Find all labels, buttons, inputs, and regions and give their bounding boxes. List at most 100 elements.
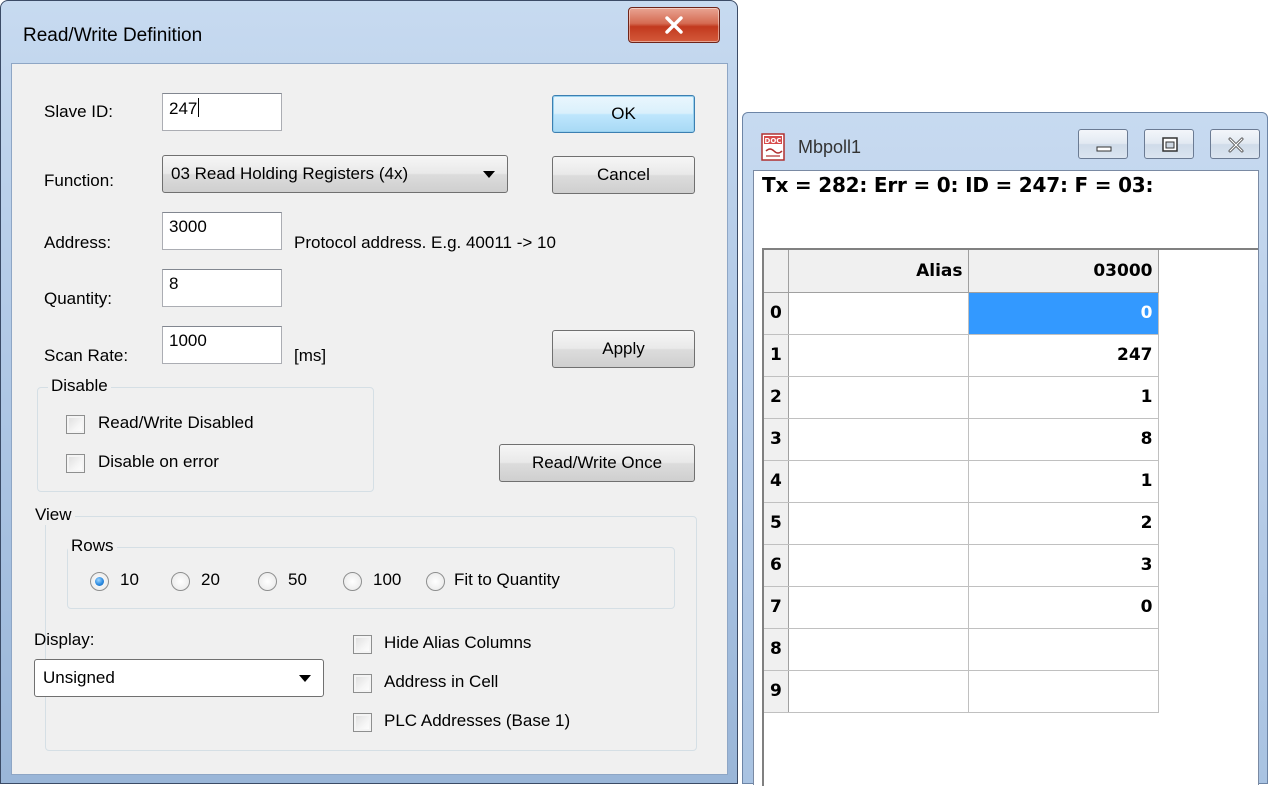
slave-id-input[interactable]: 247 xyxy=(162,93,282,131)
alias-column-header[interactable]: Alias xyxy=(788,250,969,293)
alias-cell[interactable] xyxy=(788,544,969,587)
address-hint: Protocol address. E.g. 40011 -> 10 xyxy=(294,233,556,252)
rows-20-radio[interactable] xyxy=(171,572,190,591)
alias-cell[interactable] xyxy=(788,418,969,461)
rows-10-radio[interactable] xyxy=(90,572,109,591)
document-icon: DOC xyxy=(761,133,785,161)
read-write-disabled-checkbox[interactable] xyxy=(66,415,85,434)
value-cell[interactable]: 0 xyxy=(968,586,1159,629)
mbpoll-window: DOC Mbpoll1 Tx = 282: Err = 0: ID = 247:… xyxy=(742,112,1268,786)
address-in-cell-checkbox[interactable] xyxy=(353,674,372,693)
function-label: Function: xyxy=(44,171,114,190)
table-header-row: Alias 03000 xyxy=(764,250,1159,293)
corner-header-cell xyxy=(764,250,789,293)
view-group: View Rows 10 20 50 100 Fit to Quantity D… xyxy=(32,505,697,751)
data-grid[interactable]: Alias 03000 0 0 1 247 2 1 3 8 4 1 5 2 6 … xyxy=(762,248,1258,786)
rows-20-label: 20 xyxy=(201,570,220,589)
value-cell[interactable]: 2 xyxy=(968,502,1159,545)
scan-rate-input[interactable]: 1000 xyxy=(162,326,282,364)
alias-cell[interactable] xyxy=(788,628,969,671)
row-header[interactable]: 4 xyxy=(764,460,789,503)
mbpoll-client-area: Tx = 282: Err = 0: ID = 247: F = 03: Ali… xyxy=(753,170,1259,786)
table-row: 8 xyxy=(764,628,1159,671)
rows-10-label: 10 xyxy=(120,570,139,589)
restore-button[interactable] xyxy=(1144,129,1194,159)
ok-button[interactable]: OK xyxy=(552,95,695,133)
row-header[interactable]: 1 xyxy=(764,334,789,377)
address-input[interactable]: 3000 xyxy=(162,212,282,250)
table-row: 7 0 xyxy=(764,586,1159,629)
disable-on-error-label: Disable on error xyxy=(98,452,219,471)
slave-id-label: Slave ID: xyxy=(44,102,113,121)
apply-button[interactable]: Apply xyxy=(552,330,695,368)
svg-text:DOC: DOC xyxy=(765,137,782,145)
row-header[interactable]: 6 xyxy=(764,544,789,587)
table-row: 3 8 xyxy=(764,418,1159,461)
rows-group: Rows 10 20 50 100 Fit to Quantity xyxy=(67,536,675,609)
close-window-button[interactable] xyxy=(1210,129,1260,159)
value-cell[interactable]: 0 xyxy=(968,292,1159,335)
quantity-input[interactable]: 8 xyxy=(162,269,282,307)
value-cell[interactable]: 1 xyxy=(968,376,1159,419)
mbpoll-title: Mbpoll1 xyxy=(798,137,862,157)
register-table: Alias 03000 0 0 1 247 2 1 3 8 4 1 5 2 6 … xyxy=(764,250,1159,713)
value-cell[interactable] xyxy=(968,628,1159,671)
close-icon xyxy=(629,8,719,42)
row-header[interactable]: 3 xyxy=(764,418,789,461)
rows-50-label: 50 xyxy=(288,570,307,589)
display-label: Display: xyxy=(34,630,95,649)
rows-fit-to-quantity-radio[interactable] xyxy=(426,572,445,591)
row-header[interactable]: 5 xyxy=(764,502,789,545)
hide-alias-columns-label: Hide Alias Columns xyxy=(384,633,532,652)
value-cell[interactable]: 1 xyxy=(968,460,1159,503)
row-header[interactable]: 2 xyxy=(764,376,789,419)
status-line: Tx = 282: Err = 0: ID = 247: F = 03: xyxy=(762,173,1154,197)
read-write-once-button[interactable]: Read/Write Once xyxy=(499,444,695,482)
plc-addresses-label: PLC Addresses (Base 1) xyxy=(384,711,571,730)
alias-cell[interactable] xyxy=(788,460,969,503)
value-cell[interactable]: 247 xyxy=(968,334,1159,377)
hide-alias-columns-checkbox[interactable] xyxy=(353,635,372,654)
dialog-title: Read/Write Definition xyxy=(23,25,203,46)
value-cell[interactable]: 8 xyxy=(968,418,1159,461)
close-icon xyxy=(1228,137,1244,153)
restore-icon xyxy=(1162,137,1178,152)
display-select[interactable]: Unsigned xyxy=(34,659,324,697)
alias-cell[interactable] xyxy=(788,502,969,545)
function-value: 03 Read Holding Registers (4x) xyxy=(171,164,409,183)
alias-cell[interactable] xyxy=(788,376,969,419)
table-row: 0 0 xyxy=(764,292,1159,335)
rows-fit-to-quantity-label: Fit to Quantity xyxy=(454,570,560,589)
table-row: 5 2 xyxy=(764,502,1159,545)
value-cell[interactable]: 3 xyxy=(968,544,1159,587)
disable-on-error-checkbox[interactable] xyxy=(66,454,85,473)
plc-addresses-checkbox[interactable] xyxy=(353,713,372,732)
disable-group-title: Disable xyxy=(48,376,111,396)
address-column-header[interactable]: 03000 xyxy=(968,250,1159,293)
function-select[interactable]: 03 Read Holding Registers (4x) xyxy=(162,155,508,193)
row-header[interactable]: 9 xyxy=(764,670,789,713)
cancel-button[interactable]: Cancel xyxy=(552,156,695,194)
table-row: 6 3 xyxy=(764,544,1159,587)
alias-cell[interactable] xyxy=(788,334,969,377)
rows-100-label: 100 xyxy=(373,570,402,589)
row-header[interactable]: 8 xyxy=(764,628,789,671)
rows-50-radio[interactable] xyxy=(258,572,277,591)
rows-100-radio[interactable] xyxy=(343,572,362,591)
row-header[interactable]: 0 xyxy=(764,292,789,335)
close-button[interactable] xyxy=(628,7,720,43)
row-header[interactable]: 7 xyxy=(764,586,789,629)
alias-cell[interactable] xyxy=(788,292,969,335)
dialog-client-area: Slave ID: 247 Function: 03 Read Holding … xyxy=(11,63,728,775)
alias-cell[interactable] xyxy=(788,586,969,629)
minimize-button[interactable] xyxy=(1078,129,1128,159)
address-in-cell-label: Address in Cell xyxy=(384,672,499,691)
alias-cell[interactable] xyxy=(788,670,969,713)
table-row: 9 xyxy=(764,670,1159,713)
address-label: Address: xyxy=(44,233,112,252)
value-cell[interactable] xyxy=(968,670,1159,713)
scan-rate-label: Scan Rate: xyxy=(44,346,129,365)
display-value: Unsigned xyxy=(43,668,115,687)
minimize-icon xyxy=(1096,146,1112,152)
quantity-label: Quantity: xyxy=(44,289,113,308)
